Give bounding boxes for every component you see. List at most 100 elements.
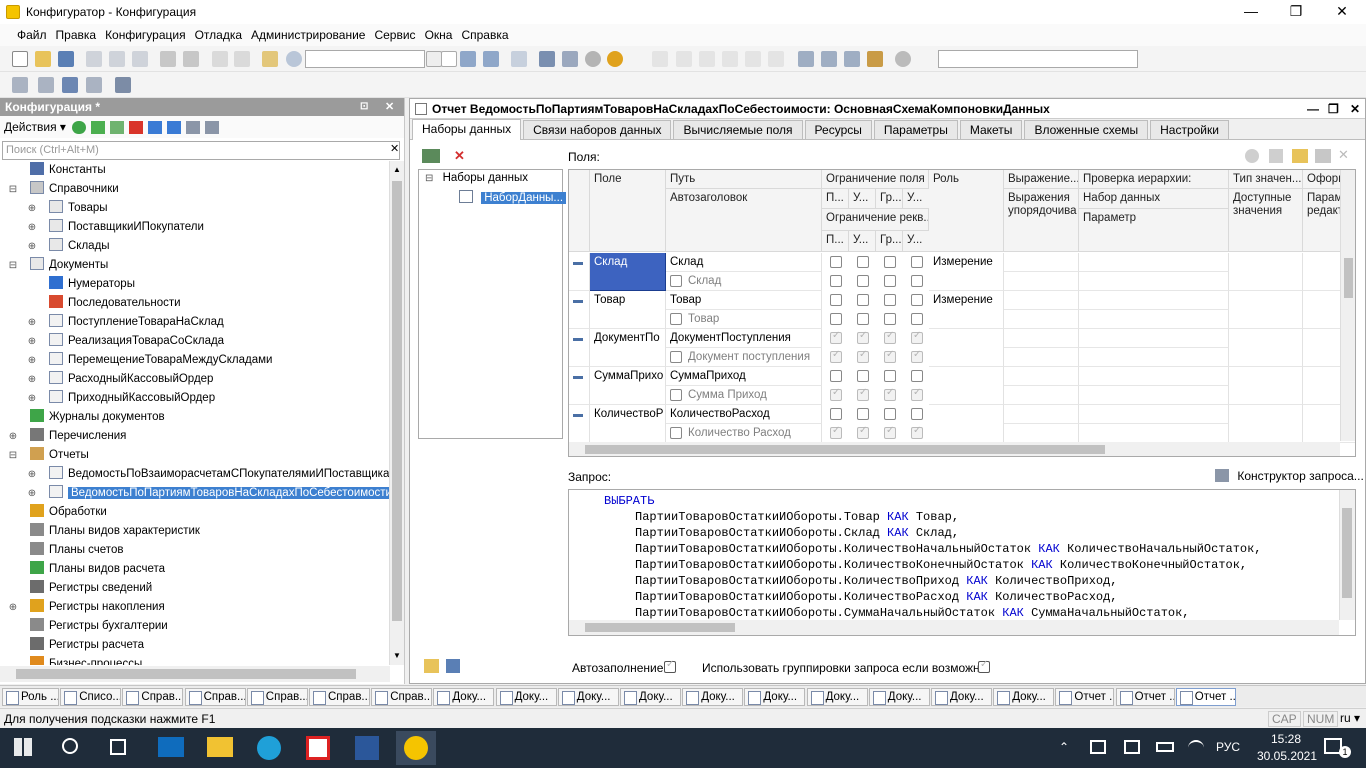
- header-restrict-req-col[interactable]: У...: [849, 231, 876, 252]
- expression-cell[interactable]: [1004, 367, 1079, 386]
- debug-step-into-icon[interactable]: [699, 51, 715, 67]
- restriction-checkbox[interactable]: [857, 425, 869, 439]
- window-tab[interactable]: Доку...: [868, 688, 930, 706]
- header-hierarchy-param[interactable]: Параметр: [1079, 209, 1229, 252]
- order-expression-cell[interactable]: [1004, 386, 1079, 405]
- role-cell[interactable]: [929, 329, 1004, 367]
- header-restrict-req-col[interactable]: П...: [822, 231, 849, 252]
- window-tab[interactable]: Отчет ...: [1175, 688, 1236, 706]
- restriction-checkbox[interactable]: [884, 313, 896, 325]
- row-marker[interactable]: [569, 253, 590, 291]
- menu-configuration[interactable]: Конфигурация: [102, 28, 189, 42]
- tree-item-documents[interactable]: ⊟ Документы: [8, 256, 108, 275]
- value-type-cell[interactable]: [1229, 291, 1303, 329]
- tree-item-accreg[interactable]: Регистры бухгалтерии: [8, 617, 168, 636]
- window-tab[interactable]: Доку...: [495, 688, 557, 706]
- copy-item-icon[interactable]: [109, 120, 124, 134]
- header-restrict-col[interactable]: П...: [822, 189, 849, 209]
- info-icon[interactable]: [607, 51, 623, 67]
- redo-icon[interactable]: [234, 51, 250, 67]
- tab-parameters[interactable]: Параметры: [873, 120, 958, 139]
- tree-search-input[interactable]: Поиск (Ctrl+Alt+M): [2, 141, 400, 160]
- module-icon[interactable]: [798, 51, 814, 67]
- header-restrict-col[interactable]: У...: [903, 189, 930, 209]
- window-tab[interactable]: Доку...: [806, 688, 868, 706]
- expand-toggle-icon[interactable]: ⊟: [8, 256, 18, 275]
- restriction-checkbox[interactable]: [830, 408, 842, 420]
- query-hscrollbar[interactable]: [569, 620, 1339, 635]
- header-restrict-req[interactable]: Ограничение рекв...: [822, 209, 929, 231]
- find-next-icon[interactable]: [460, 51, 476, 67]
- restriction-checkbox[interactable]: [857, 370, 869, 382]
- add-icon[interactable]: [71, 120, 86, 134]
- expand-toggle-icon[interactable]: ⊕: [27, 332, 37, 351]
- debug-run-to-icon[interactable]: [745, 51, 761, 67]
- search-input[interactable]: [305, 50, 425, 68]
- restriction-checkbox[interactable]: [830, 313, 842, 325]
- header-order-expression[interactable]: Выражения упорядочива: [1004, 189, 1079, 252]
- search-icon[interactable]: [286, 51, 302, 67]
- chevron-up-icon[interactable]: ⌃: [1059, 740, 1073, 754]
- restriction-checkbox[interactable]: [857, 294, 869, 306]
- app-red-icon[interactable]: [306, 736, 330, 760]
- delete-dataset-icon[interactable]: ✕: [454, 148, 465, 164]
- editor-minimize-icon[interactable]: —: [1307, 99, 1319, 119]
- restriction-checkbox[interactable]: [857, 330, 869, 344]
- sort-icon[interactable]: [185, 120, 200, 134]
- window-tab[interactable]: Роль ...: [2, 688, 59, 706]
- mail-icon[interactable]: [158, 737, 184, 757]
- field-cell[interactable]: КоличествоР: [590, 405, 666, 443]
- path-cell[interactable]: Товар: [666, 291, 822, 310]
- tree-item-constants[interactable]: Константы: [8, 161, 106, 180]
- restriction-checkbox[interactable]: [911, 425, 923, 439]
- editor-restore-icon[interactable]: ❐: [1328, 99, 1339, 119]
- table-icon[interactable]: [86, 77, 102, 93]
- tree-scrollbar[interactable]: ▲ ▼: [389, 161, 404, 665]
- autotitle-checkbox[interactable]: [670, 351, 682, 363]
- expand-toggle-icon[interactable]: ⊕: [27, 484, 37, 503]
- window-tab[interactable]: Справ...: [246, 688, 308, 706]
- autofill-checkbox[interactable]: [664, 659, 676, 673]
- debug-step-out-icon[interactable]: [722, 51, 738, 67]
- tab-templates[interactable]: Макеты: [959, 120, 1023, 139]
- word-icon[interactable]: [355, 736, 379, 760]
- window-tab[interactable]: Доку...: [620, 688, 681, 706]
- header-expression[interactable]: Выражение...: [1004, 170, 1079, 189]
- autotitle-checkbox[interactable]: [670, 427, 682, 439]
- expression-cell[interactable]: [1004, 253, 1079, 272]
- database-icon[interactable]: [62, 77, 78, 93]
- autotitle-cell[interactable]: Склад: [666, 272, 822, 291]
- tab-datasets[interactable]: Наборы данных: [412, 119, 522, 140]
- copy-icon[interactable]: [109, 51, 125, 67]
- restriction-checkbox[interactable]: [911, 330, 923, 344]
- value-type-cell[interactable]: [1229, 329, 1303, 367]
- tab-resources[interactable]: Ресурсы: [804, 120, 872, 139]
- header-restrict-col[interactable]: Гр...: [876, 189, 903, 209]
- edit-icon[interactable]: [90, 120, 105, 134]
- tab-settings[interactable]: Настройки: [1150, 120, 1229, 139]
- field-cell[interactable]: Товар: [590, 291, 666, 329]
- grid-hscrollbar[interactable]: [569, 442, 1340, 456]
- restriction-checkbox[interactable]: [911, 256, 923, 268]
- expand-toggle-icon[interactable]: ⊕: [27, 313, 37, 332]
- search-taskbar-icon[interactable]: [62, 738, 78, 754]
- header-restrict-req-col[interactable]: Гр...: [876, 231, 903, 252]
- restriction-checkbox[interactable]: [911, 275, 923, 287]
- tree-item-catalog[interactable]: ⊕ Склады: [27, 237, 110, 256]
- add-folder-icon[interactable]: [1292, 149, 1308, 163]
- restriction-checkbox[interactable]: [884, 425, 896, 439]
- value-type-cell[interactable]: [1229, 253, 1303, 291]
- tree-item-calc[interactable]: Планы видов расчета: [8, 560, 165, 579]
- find-prev-icon[interactable]: [483, 51, 499, 67]
- restriction-checkbox[interactable]: [857, 349, 869, 363]
- header-restrict-req-col[interactable]: У...: [903, 231, 930, 252]
- tab-nested-schemas[interactable]: Вложенные схемы: [1024, 120, 1149, 139]
- expression-cell[interactable]: [1004, 405, 1079, 424]
- hierarchy-dataset-cell[interactable]: [1079, 329, 1229, 348]
- restriction-checkbox[interactable]: [911, 408, 923, 420]
- find-in-tree-icon[interactable]: [262, 51, 278, 67]
- hierarchy-param-cell[interactable]: [1079, 310, 1229, 329]
- header-role[interactable]: Роль: [929, 170, 1004, 252]
- role-cell[interactable]: [929, 405, 1004, 443]
- restriction-checkbox[interactable]: [884, 256, 896, 268]
